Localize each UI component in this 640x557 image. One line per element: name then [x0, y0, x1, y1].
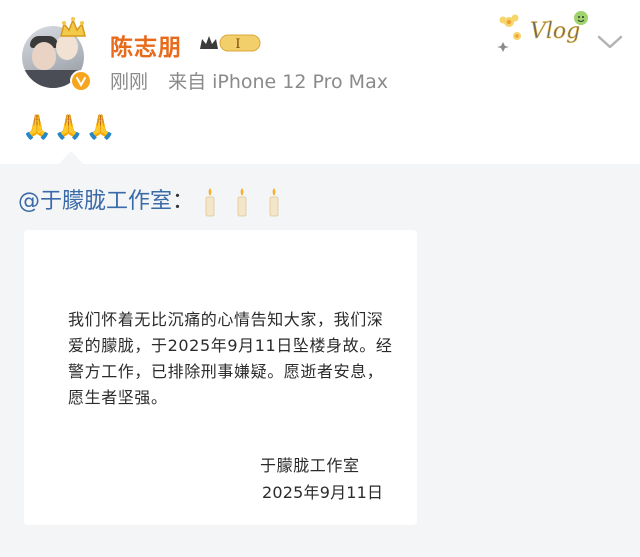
candles [202, 187, 282, 217]
avatar-face [32, 42, 56, 70]
repost-arrow [58, 151, 84, 165]
repost-separator: ： [172, 189, 195, 214]
statement-body: 我们怀着无比沉痛的心情告知大家，我们深爱的朦胧，于2025年9月11日坠楼身故。… [68, 310, 393, 407]
chevron-down-icon[interactable] [596, 32, 624, 52]
repost-mention[interactable]: @于朦胧工作室 [18, 189, 172, 214]
post-meta: 刚刚 来自 iPhone 12 Pro Max [110, 67, 388, 94]
verified-icon [70, 70, 92, 92]
vip-level: I [235, 37, 240, 52]
statement-signature: 于朦胧工作室 [260, 456, 360, 475]
post-header: 陈志朋 I 刚刚 来自 iPhone 12 Pro Max Vlog 🙏🙏🙏 [0, 0, 640, 164]
vip-crown-icon[interactable]: I [198, 31, 264, 55]
post-text: 🙏🙏🙏 [22, 113, 118, 141]
username[interactable]: 陈志朋 [110, 28, 182, 62]
crown-icon [60, 17, 86, 37]
candle-icon [269, 188, 279, 217]
statement-date: 2025年9月11日 [262, 483, 384, 502]
post-source: 来自 iPhone 12 Pro Max [168, 71, 388, 93]
vlog-text: Vlog [530, 19, 580, 44]
statement-image[interactable]: 我们怀着无比沉痛的心情告知大家，我们深爱的朦胧，于2025年9月11日坠楼身故。… [24, 230, 417, 525]
candle-icon [237, 188, 247, 217]
post-time: 刚刚 [110, 71, 149, 93]
vlog-sticker: Vlog [497, 11, 588, 52]
candle-icon [205, 188, 215, 217]
repost-line: @于朦胧工作室： [18, 183, 282, 217]
